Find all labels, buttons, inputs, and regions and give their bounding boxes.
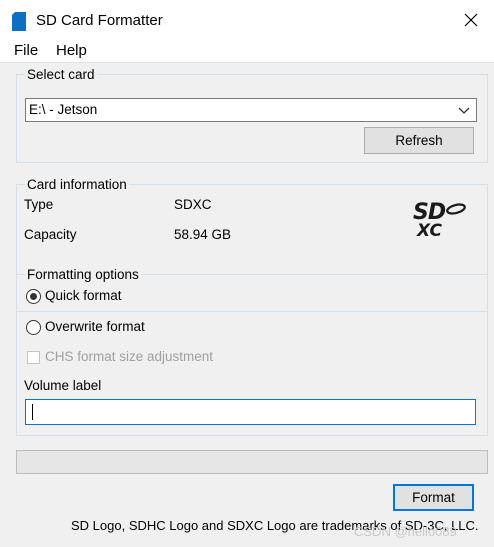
- close-icon: [464, 13, 478, 27]
- quick-format-label[interactable]: Quick format: [45, 288, 122, 303]
- svg-text:XC: XC: [416, 221, 443, 239]
- capacity-label: Capacity: [24, 227, 77, 242]
- select-card-group: Select card E:\ - Jetson Refresh: [16, 66, 488, 163]
- card-information-legend: Card information: [25, 176, 129, 193]
- window-title: SD Card Formatter: [36, 12, 163, 29]
- card-select[interactable]: E:\ - Jetson: [25, 98, 477, 122]
- format-button[interactable]: Format: [393, 484, 474, 511]
- format-progress-bar: [16, 450, 488, 474]
- card-select-value: E:\ - Jetson: [29, 102, 98, 117]
- formatting-options-group: Formatting options Quick format Overwrit…: [16, 266, 488, 436]
- type-value: SDXC: [174, 197, 212, 212]
- capacity-value: 58.94 GB: [174, 227, 232, 242]
- text-caret: [32, 404, 33, 420]
- refresh-button[interactable]: Refresh: [364, 127, 474, 154]
- watermark-text: CSDN @hello089: [354, 524, 457, 539]
- formatting-options-legend: Formatting options: [25, 266, 141, 283]
- menu-help[interactable]: Help: [56, 42, 87, 59]
- sdxc-logo-icon: SD XC: [413, 200, 466, 239]
- sd-card-app-icon: [12, 12, 26, 31]
- menu-file[interactable]: File: [14, 42, 38, 59]
- chevron-down-icon: [458, 107, 470, 114]
- overwrite-format-label[interactable]: Overwrite format: [45, 319, 145, 334]
- quick-format-radio[interactable]: [26, 289, 41, 304]
- chs-adjustment-label: CHS format size adjustment: [45, 349, 214, 364]
- volume-label-title: Volume label: [24, 378, 102, 393]
- title-bar: SD Card Formatter: [0, 0, 494, 40]
- chs-adjustment-checkbox[interactable]: [27, 351, 40, 364]
- main-panel: Select card E:\ - Jetson Refresh Card in…: [6, 63, 488, 541]
- select-card-legend: Select card: [25, 66, 97, 83]
- overwrite-format-radio[interactable]: [26, 320, 41, 335]
- type-label: Type: [24, 197, 54, 212]
- menu-bar: File Help: [0, 40, 494, 63]
- close-button[interactable]: [448, 0, 494, 40]
- volume-label-input[interactable]: [25, 399, 476, 425]
